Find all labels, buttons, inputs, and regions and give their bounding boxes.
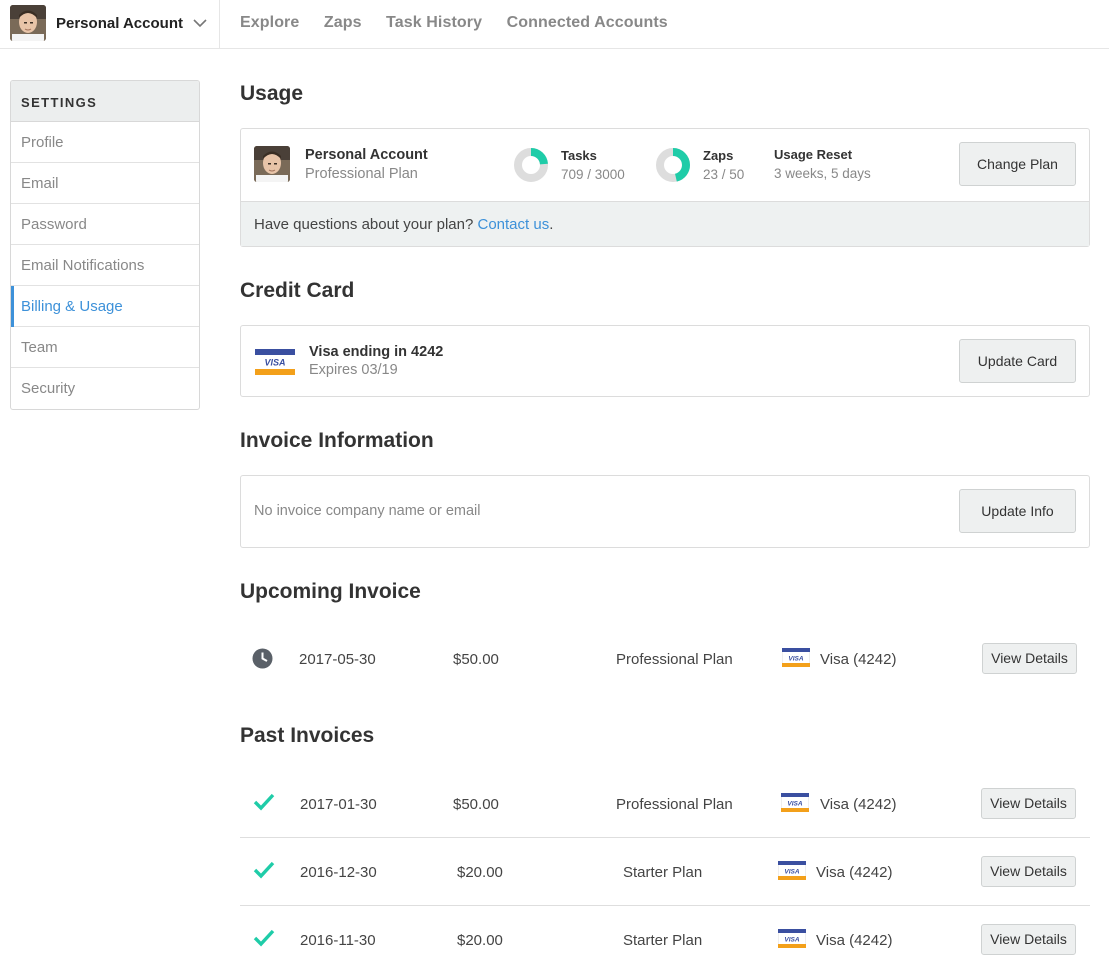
visa-brand-text: VISA (264, 358, 285, 368)
invoice-amount: $20.00 (457, 864, 503, 881)
past-invoices-heading: Past Invoices (240, 724, 375, 747)
invoice-card: Visa (4242) (816, 932, 893, 949)
invoice-plan: Professional Plan (616, 651, 733, 668)
invoice-amount: $20.00 (457, 932, 503, 949)
visa-card-icon: VISA (255, 349, 295, 375)
upcoming-invoice-row: 2017-05-30 $50.00 Professional Plan VISA… (240, 640, 1090, 680)
view-details-button[interactable]: View Details (981, 924, 1076, 955)
chevron-down-icon[interactable] (192, 15, 208, 36)
visa-card-icon: VISA (777, 860, 807, 884)
nav-explore[interactable]: Explore (240, 14, 299, 31)
view-details-button[interactable]: View Details (981, 856, 1076, 887)
plan-question-text: Have questions about your plan? (254, 216, 474, 233)
plan-question-bar: Have questions about your plan? Contact … (241, 201, 1089, 246)
sidebar-item-security[interactable]: Security (11, 368, 199, 409)
settings-sidebar: SETTINGS Profile Email Password Email No… (10, 80, 200, 410)
credit-card-card: VISA Visa ending in 4242 Expires 03/19 U… (240, 325, 1090, 397)
usage-reset-label: Usage Reset (774, 147, 853, 162)
invoice-amount: $50.00 (453, 796, 499, 813)
invoice-date: 2016-12-30 (300, 864, 377, 881)
usage-reset-value: 3 weeks, 5 days (774, 166, 871, 181)
zaps-label: Zaps (703, 148, 734, 163)
account-switcher[interactable]: Personal Account (0, 0, 220, 49)
visa-card-icon: VISA (777, 928, 807, 952)
visa-brand-text: VISA (787, 800, 802, 807)
plan-account-name: Personal Account (305, 147, 428, 163)
check-icon (253, 929, 275, 951)
sidebar-item-email-notifications[interactable]: Email Notifications (11, 245, 199, 286)
card-expires: Expires 03/19 (309, 362, 398, 378)
sidebar-item-team[interactable]: Team (11, 327, 199, 368)
visa-card-icon: VISA (781, 647, 811, 671)
update-info-button[interactable]: Update Info (959, 489, 1076, 533)
tasks-donut (514, 148, 548, 182)
invoice-plan: Professional Plan (616, 796, 733, 813)
row-divider (240, 837, 1090, 838)
update-card-button[interactable]: Update Card (959, 339, 1076, 383)
zaps-donut (656, 148, 690, 182)
past-invoice-row: 2016-11-30 $20.00 Starter Plan VISA Visa… (240, 921, 1090, 961)
visa-card-icon: VISA (780, 792, 810, 816)
zaps-value: 23 / 50 (703, 167, 745, 182)
invoice-info-text: No invoice company name or email (254, 503, 481, 519)
nav-connected-accounts[interactable]: Connected Accounts (507, 14, 668, 31)
check-icon (253, 793, 275, 815)
invoice-card: Visa (4242) (820, 796, 897, 813)
nav-zaps[interactable]: Zaps (324, 14, 362, 31)
card-line: Visa ending in 4242 (309, 344, 444, 360)
upcoming-invoice-heading: Upcoming Invoice (240, 580, 421, 603)
sidebar-heading: SETTINGS (11, 81, 199, 122)
invoice-card: Visa (4242) (816, 864, 893, 881)
account-name: Personal Account (56, 15, 183, 32)
change-plan-button[interactable]: Change Plan (959, 142, 1076, 186)
main-nav: Explore Zaps Task History Connected Acco… (240, 14, 688, 32)
invoice-amount: $50.00 (453, 651, 499, 668)
usage-heading: Usage (240, 82, 304, 105)
top-navigation-bar: Personal Account Explore Zaps Task Histo… (0, 0, 1109, 49)
visa-brand-text: VISA (784, 936, 799, 943)
sidebar-item-profile[interactable]: Profile (11, 122, 199, 163)
check-icon (253, 861, 275, 883)
contact-us-link[interactable]: Contact us (478, 216, 550, 233)
invoice-info-card: No invoice company name or email Update … (240, 475, 1090, 548)
sidebar-item-billing-usage[interactable]: Billing & Usage (11, 286, 199, 327)
sidebar-item-password[interactable]: Password (11, 204, 199, 245)
tasks-label: Tasks (561, 148, 597, 163)
visa-brand-text: VISA (784, 868, 799, 875)
tasks-value: 709 / 3000 (561, 167, 625, 182)
view-details-button[interactable]: View Details (981, 788, 1076, 819)
clock-icon (252, 648, 273, 673)
invoice-info-heading: Invoice Information (240, 429, 434, 452)
plan-avatar (254, 146, 290, 182)
plan-question-end: . (549, 216, 554, 233)
invoice-plan: Starter Plan (623, 864, 703, 881)
invoice-date: 2017-01-30 (300, 796, 377, 813)
invoice-date: 2017-05-30 (299, 651, 376, 668)
past-invoice-row: 2017-01-30 $50.00 Professional Plan VISA… (240, 785, 1090, 825)
sidebar-item-email[interactable]: Email (11, 163, 199, 204)
invoice-date: 2016-11-30 (300, 932, 376, 949)
plan-name: Professional Plan (305, 166, 418, 182)
credit-card-heading: Credit Card (240, 279, 355, 302)
visa-brand-text: VISA (788, 655, 803, 662)
usage-card: Personal Account Professional Plan Tasks… (240, 128, 1090, 247)
view-details-button[interactable]: View Details (982, 643, 1077, 674)
past-invoice-row: 2016-12-30 $20.00 Starter Plan VISA Visa… (240, 853, 1090, 893)
user-avatar (10, 5, 46, 41)
invoice-card: Visa (4242) (820, 651, 897, 668)
nav-task-history[interactable]: Task History (386, 14, 482, 31)
invoice-plan: Starter Plan (623, 932, 703, 949)
row-divider (240, 905, 1090, 906)
